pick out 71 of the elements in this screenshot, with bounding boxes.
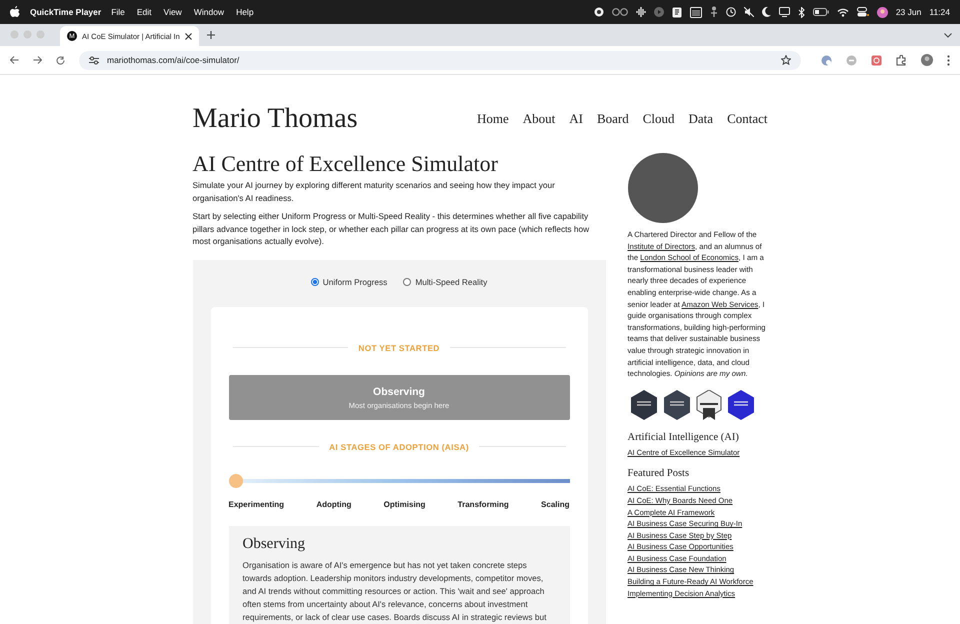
menu-item[interactable]: Window — [194, 7, 224, 17]
menubar-time[interactable]: 11:24 — [929, 7, 950, 17]
forward-icon[interactable] — [33, 56, 42, 64]
caret-icon[interactable] — [944, 32, 952, 38]
radio-label[interactable]: Multi-Speed Reality — [415, 276, 488, 286]
bookmark-star-icon[interactable] — [781, 55, 791, 65]
bluetooth-icon[interactable] — [798, 6, 805, 18]
wifi-icon[interactable] — [836, 8, 849, 16]
calendar-icon[interactable] — [690, 6, 702, 18]
apple-logo-icon[interactable] — [10, 6, 20, 18]
stage-label: Adopting — [316, 500, 352, 508]
stage-label: Scaling — [541, 500, 570, 508]
certification-ribbon-badge-icon — [696, 390, 722, 420]
user-icon[interactable] — [876, 6, 888, 18]
more-menu-icon[interactable] — [947, 54, 950, 66]
new-tab-icon[interactable] — [206, 31, 215, 39]
nav-link[interactable]: About — [522, 111, 556, 127]
nav-link[interactable]: Board — [596, 111, 629, 127]
back-icon[interactable] — [10, 56, 19, 64]
certification-badge-icon — [630, 390, 658, 420]
certification-badge-icon — [662, 390, 690, 420]
slider-thumb[interactable] — [228, 474, 242, 488]
page-title: AI Centre of Excellence Simulator — [192, 151, 499, 177]
intro-paragraph: Simulate your AI journey by exploring different maturity scenarios and seeing how they impact your organisation's AI readiness. — [192, 179, 556, 204]
profile-avatar-icon[interactable] — [921, 54, 933, 66]
stage-label: Transforming — [458, 500, 509, 508]
section-heading: Artificial Intelligence (AI) — [628, 432, 739, 443]
muted-speaker-icon[interactable] — [744, 7, 754, 17]
stage-title: Observing — [373, 386, 425, 398]
extension-icon[interactable] — [821, 54, 832, 66]
address-bar[interactable]: mariothomas.com/ai/coe-simulator/ — [79, 50, 801, 70]
battery-icon[interactable] — [812, 8, 829, 16]
certification-badge-icon — [726, 390, 754, 420]
radio-button[interactable] — [403, 278, 412, 286]
clock-icon[interactable] — [726, 7, 736, 17]
menu-item[interactable]: File — [111, 7, 125, 17]
person-icon[interactable] — [710, 6, 718, 18]
reload-icon[interactable] — [56, 56, 65, 64]
menu-item[interactable]: Help — [236, 7, 254, 17]
intro-paragraph: Start by selecting either Uniform Progress or Multi-Speed Reality - this determines whether all five capability pillars advance together in lock step, or whether each pillar can progress at its own pace (which reflects how most organisations actually evolve). — [192, 210, 590, 248]
nav-link[interactable]: AI — [569, 111, 583, 127]
menubar-date[interactable]: 23 Jun — [896, 7, 922, 17]
site-title[interactable]: Mario Thomas — [192, 103, 358, 135]
menu-item[interactable]: View — [164, 7, 182, 17]
document-icon[interactable] — [672, 6, 682, 18]
status-heading: NOT YET STARTED — [358, 342, 440, 352]
display-icon[interactable] — [778, 7, 790, 17]
nav-link[interactable]: Data — [688, 111, 714, 127]
menu-item[interactable]: Edit — [136, 7, 152, 17]
moon-icon[interactable] — [762, 7, 771, 17]
waveform-icon[interactable] — [636, 7, 646, 17]
close-icon[interactable] — [184, 32, 192, 40]
stage-label: Optimising — [384, 500, 426, 508]
nav-link[interactable]: Home — [476, 111, 509, 127]
link-icon[interactable] — [612, 8, 628, 16]
nav-link[interactable]: Contact — [727, 111, 768, 127]
toggles-icon[interactable] — [856, 7, 869, 17]
record-icon[interactable] — [594, 7, 604, 17]
app-name[interactable]: QuickTime Player — [30, 7, 102, 17]
extension-icon[interactable] — [871, 54, 882, 66]
detail-text: Organisation is aware of AI's emergence but has not yet taken concrete steps towards adoption. Leadership monitors industry developments, competitor moves, and AI trends without committing resources or action. This 'wait and see' approach often stems from uncertainty about AI's relevance, concerns about investment requirements, or lack of clear use cases. Boards discuss AI in strategic reviews but — [242, 558, 548, 624]
section-heading: Featured Posts — [628, 468, 690, 480]
site-settings-icon[interactable] — [89, 56, 99, 64]
puzzle-icon[interactable] — [896, 54, 907, 66]
nav-link[interactable]: Cloud — [642, 111, 675, 127]
detail-title: Observing — [242, 536, 306, 552]
play-icon[interactable] — [654, 7, 664, 17]
radio-button[interactable] — [310, 278, 319, 286]
stage-label: Experimenting — [228, 500, 284, 508]
scale-heading: AI STAGES OF ADOPTION (AISA) — [329, 442, 469, 452]
radio-label[interactable]: Uniform Progress — [322, 276, 388, 286]
